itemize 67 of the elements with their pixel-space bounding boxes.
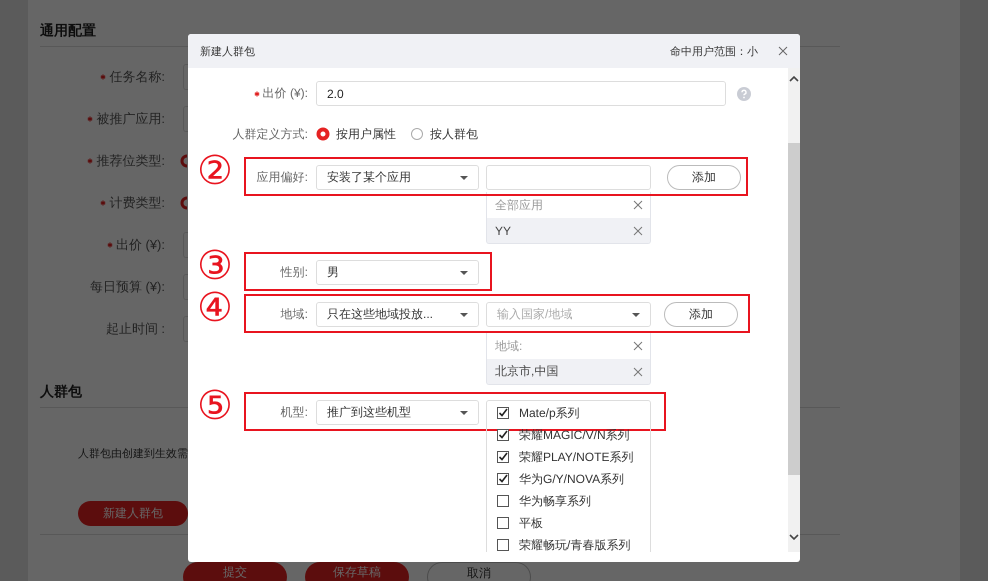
checkbox-label: 荣耀畅玩/青春版系列 [519,536,630,552]
dialog-title: 新建人群包 [200,44,256,58]
selected-item[interactable]: 北京市,中国 [487,359,650,384]
caret-icon [632,312,640,316]
caret-icon [460,312,468,316]
radio-label: 按人群包 [430,126,478,142]
field-label: 人群定义方式: [232,126,308,142]
select-field[interactable]: 男 [316,260,479,285]
checkbox[interactable] [497,451,509,463]
step-number: ③ [197,246,233,286]
checkbox-label: 荣耀PLAY/NOTE系列 [519,448,634,466]
field-label: 任务名称: [40,68,165,86]
field-label: 推荐位类型: [40,152,165,170]
field-label: 地域: [280,306,308,323]
close-icon[interactable] [778,46,788,56]
radio-button[interactable] [180,154,187,168]
input-field[interactable] [486,165,651,190]
select-field[interactable]: 只在这些地域投放... [316,302,479,327]
input-field[interactable] [183,106,188,132]
remove-icon[interactable] [633,366,643,376]
field-label: 计费类型: [40,194,165,212]
checkbox[interactable] [497,539,509,551]
checkbox[interactable] [497,473,509,485]
radio-label: 按用户属性 [336,126,396,142]
field-label: 出价 (¥): [40,236,165,254]
remove-icon[interactable] [633,226,643,236]
checkbox[interactable] [497,407,509,419]
radio-button[interactable] [410,127,424,141]
reach-text: 命中用户范围：小 [670,44,758,58]
remove-icon[interactable] [633,200,643,210]
add-button[interactable]: 添加 [667,165,741,190]
scroll-down-icon[interactable] [789,533,799,541]
bid-input[interactable]: 2.0 [316,81,726,106]
input-field[interactable] [183,64,188,90]
radio-button[interactable] [316,127,330,141]
checkbox[interactable] [497,495,509,507]
field-label: 被推广应用: [40,110,165,128]
scroll-up-icon[interactable] [789,75,799,83]
field-label: 每日预算 (¥): [88,278,165,296]
caret-icon [460,176,468,180]
input-field[interactable] [183,274,188,300]
add-button[interactable]: 添加 [664,302,738,327]
input-field[interactable] [183,232,188,258]
remove-icon[interactable] [633,341,643,351]
radio-button[interactable] [180,196,187,210]
caret-icon [460,410,468,414]
field-label: 起止时间 : [104,320,165,338]
select-field[interactable]: 安装了某个应用 [316,165,479,190]
checkbox[interactable] [497,429,509,441]
caret-icon [460,270,468,274]
list-header: 地域: [495,338,522,354]
scrollbar[interactable] [788,68,800,552]
checkbox-label: 华为畅享系列 [519,492,591,510]
field-label: 性别: [279,264,308,281]
step-number: ② [197,151,233,191]
select-field[interactable]: 推广到这些机型 [316,400,479,425]
checkbox[interactable] [497,517,509,529]
list-header: 全部应用 [495,196,543,214]
checkbox-label: 华为G/Y/NOVA系列 [519,470,624,488]
field-label: 应用偏好: [256,169,308,186]
step-number: ④ [197,288,233,328]
description-text: 人群包由创建到生效需 [78,447,188,461]
field-label: 出价 (¥): [188,85,308,102]
input-field[interactable] [183,316,188,342]
checkbox-label: 荣耀MAGIC/V/N系列 [519,426,630,444]
checkbox-label: 平板 [519,514,543,532]
selected-item[interactable]: YY [487,218,650,243]
